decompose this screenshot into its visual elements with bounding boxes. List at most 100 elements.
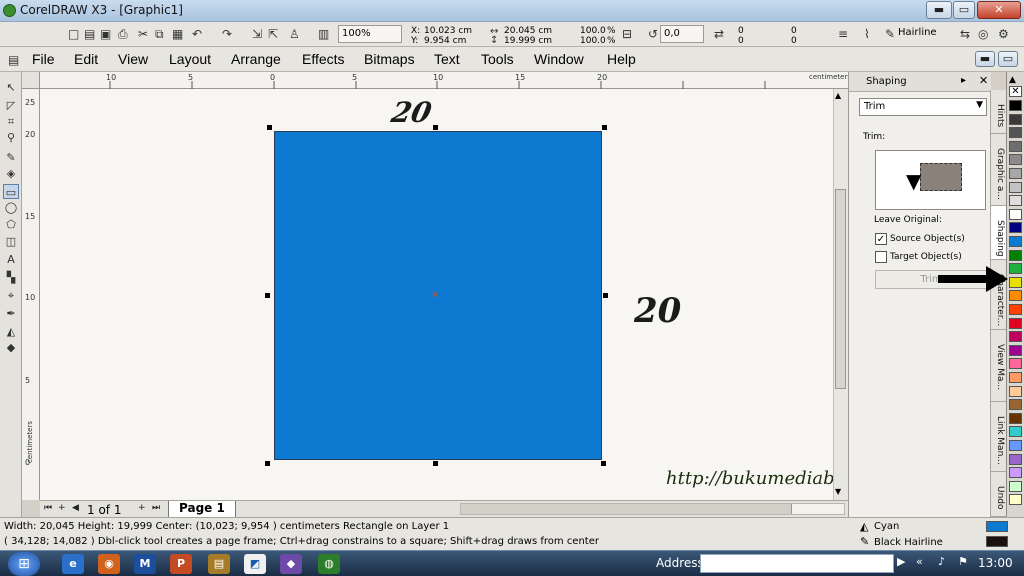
palette-swatch[interactable] (1009, 127, 1022, 139)
horizontal-scroll-thumb[interactable] (461, 504, 792, 514)
zoom-tool-icon[interactable]: ⚲ (3, 130, 19, 145)
polygon-tool-icon[interactable]: ⬠ (3, 217, 19, 232)
width-field[interactable]: 20.045 cm (504, 26, 552, 36)
vertical-ruler[interactable]: 25 20 15 10 5 0 centimeters (22, 89, 40, 500)
x-position-field[interactable]: 10.023 cm (424, 26, 472, 36)
target-objects-checkbox[interactable] (875, 251, 887, 263)
palette-swatch[interactable] (1009, 290, 1022, 302)
wrap-text-icon[interactable]: ≡ (838, 26, 848, 42)
docker-pin-icon[interactable]: ▸ (961, 75, 966, 86)
palette-swatch[interactable] (1009, 453, 1022, 465)
palette-swatch[interactable] (1009, 276, 1022, 288)
drawing-canvas[interactable]: ✕ 20 20 (40, 89, 833, 500)
welcome-icon[interactable]: ▥ (318, 26, 329, 42)
flag-icon[interactable]: ⚑ (958, 555, 968, 568)
selection-handle[interactable] (602, 125, 607, 130)
interactive-blend-tool-icon[interactable]: ▚ (3, 270, 19, 285)
open-icon[interactable]: ▤ (84, 26, 95, 42)
selection-handle[interactable] (267, 125, 272, 130)
palette-swatch[interactable] (1009, 331, 1022, 343)
palette-swatch[interactable] (1009, 100, 1022, 111)
smart-fill-tool-icon[interactable]: ◈ (3, 166, 19, 181)
shape-tool-icon[interactable]: ◸ (3, 98, 19, 113)
new-icon[interactable]: □ (68, 26, 79, 42)
tab-shaping[interactable]: Shaping (991, 206, 1007, 260)
cut-icon[interactable]: ✂ (138, 26, 148, 42)
options-icon[interactable]: ⚙ (998, 26, 1009, 42)
tab-hints[interactable]: Hints (991, 90, 1007, 134)
vertical-scrollbar[interactable]: ▲ ▼ (833, 89, 848, 500)
minimize-button[interactable]: ▬ (926, 1, 952, 19)
print-icon[interactable]: ⎙ (118, 26, 128, 42)
menu-edit[interactable]: Edit (74, 51, 98, 67)
scale-height-field[interactable]: 100.0 (580, 36, 606, 46)
outline-color-swatch[interactable] (986, 536, 1008, 547)
menu-effects[interactable]: Effects (302, 51, 345, 67)
powerpoint-icon[interactable]: P (170, 554, 192, 574)
palette-swatch[interactable] (1009, 154, 1022, 166)
tab-view-manager[interactable]: View Ma... (991, 330, 1007, 402)
palette-swatch[interactable] (1009, 412, 1022, 424)
palette-swatch[interactable] (1009, 236, 1022, 247)
start-button[interactable]: ⊞ (8, 552, 40, 576)
tab-graphic-and-text[interactable]: Graphic a... (991, 134, 1007, 206)
paste-icon[interactable]: ▦ (172, 26, 183, 42)
palette-swatch[interactable] (1009, 440, 1022, 451)
palette-swatch[interactable] (1009, 467, 1022, 479)
zoom-select[interactable]: 100% (338, 25, 402, 43)
palette-swatch[interactable] (1009, 426, 1022, 438)
to-curves-icon[interactable]: ⌇ (864, 26, 870, 42)
source-objects-checkbox[interactable]: ✓ (875, 233, 887, 245)
palette-swatch[interactable] (1009, 317, 1022, 329)
menu-tools[interactable]: Tools (481, 51, 514, 67)
selection-handle[interactable] (265, 293, 270, 298)
copy-icon[interactable]: ⧉ (155, 26, 164, 42)
ellipse-tool-icon[interactable]: ◯ (3, 200, 19, 215)
palette-swatch[interactable] (1009, 113, 1022, 125)
doc-restore-button[interactable]: ▭ (998, 51, 1018, 67)
import-icon[interactable]: ⇲ (252, 26, 262, 42)
firefox-icon[interactable]: ◉ (98, 554, 120, 574)
palette-swatch[interactable] (1009, 140, 1022, 152)
corner-bl-field[interactable]: 0 (738, 36, 744, 46)
palette-swatch[interactable] (1009, 372, 1022, 383)
docker-close-icon[interactable]: ✕ (979, 74, 988, 87)
tray-chevron-icon[interactable]: « (916, 555, 923, 568)
app-launcher-icon[interactable]: ♙ (289, 26, 300, 42)
pick-tool-icon[interactable]: ↖ (3, 80, 19, 95)
selection-handle[interactable] (433, 461, 438, 466)
paint-icon[interactable]: ◩ (244, 554, 266, 574)
corner-tr-field[interactable]: 0 (791, 26, 797, 36)
palette-swatch[interactable] (1009, 249, 1022, 261)
menu-file[interactable]: File (32, 51, 55, 67)
first-page-icon[interactable]: ⏮ (44, 503, 52, 513)
palette-swatch[interactable] (1009, 480, 1022, 492)
fill-tool-icon[interactable]: ◭ (3, 324, 19, 339)
close-button[interactable]: ✕ (977, 1, 1021, 19)
ruler-origin[interactable] (22, 72, 40, 89)
app-icon[interactable]: ◆ (280, 554, 302, 574)
wrap-icon[interactable]: ⇆ (960, 26, 970, 42)
scale-width-field[interactable]: 100.0 (580, 26, 606, 36)
outline-width-select[interactable]: Hairline (895, 25, 951, 43)
redo-icon[interactable]: ↷ (222, 26, 232, 42)
palette-swatch[interactable] (1009, 304, 1022, 315)
mirror-icon[interactable]: ⇄ (714, 26, 724, 42)
outline-tool-icon[interactable]: ✒ (3, 306, 19, 321)
interactive-fill-tool-icon[interactable]: ◆ (3, 340, 19, 355)
basic-shapes-tool-icon[interactable]: ◫ (3, 234, 19, 249)
y-position-field[interactable]: 9.954 cm (424, 36, 466, 46)
tab-undo[interactable]: Undo (991, 472, 1007, 517)
menu-view[interactable]: View (118, 51, 148, 67)
text-tool-icon[interactable]: A (3, 252, 19, 267)
go-icon[interactable]: ▶ (897, 555, 905, 568)
rectangle-tool-icon[interactable]: ▭ (3, 184, 19, 199)
horizontal-ruler[interactable]: 10 5 0 5 10 15 20 centimeters (40, 72, 851, 89)
add-page-before-icon[interactable]: + (58, 503, 66, 513)
export-icon[interactable]: ⇱ (268, 26, 278, 42)
address-input[interactable] (700, 554, 894, 573)
undo-icon[interactable]: ↶ (192, 26, 202, 42)
palette-swatch[interactable] (1009, 208, 1022, 220)
menu-text[interactable]: Text (434, 51, 460, 67)
selection-handle[interactable] (603, 293, 608, 298)
